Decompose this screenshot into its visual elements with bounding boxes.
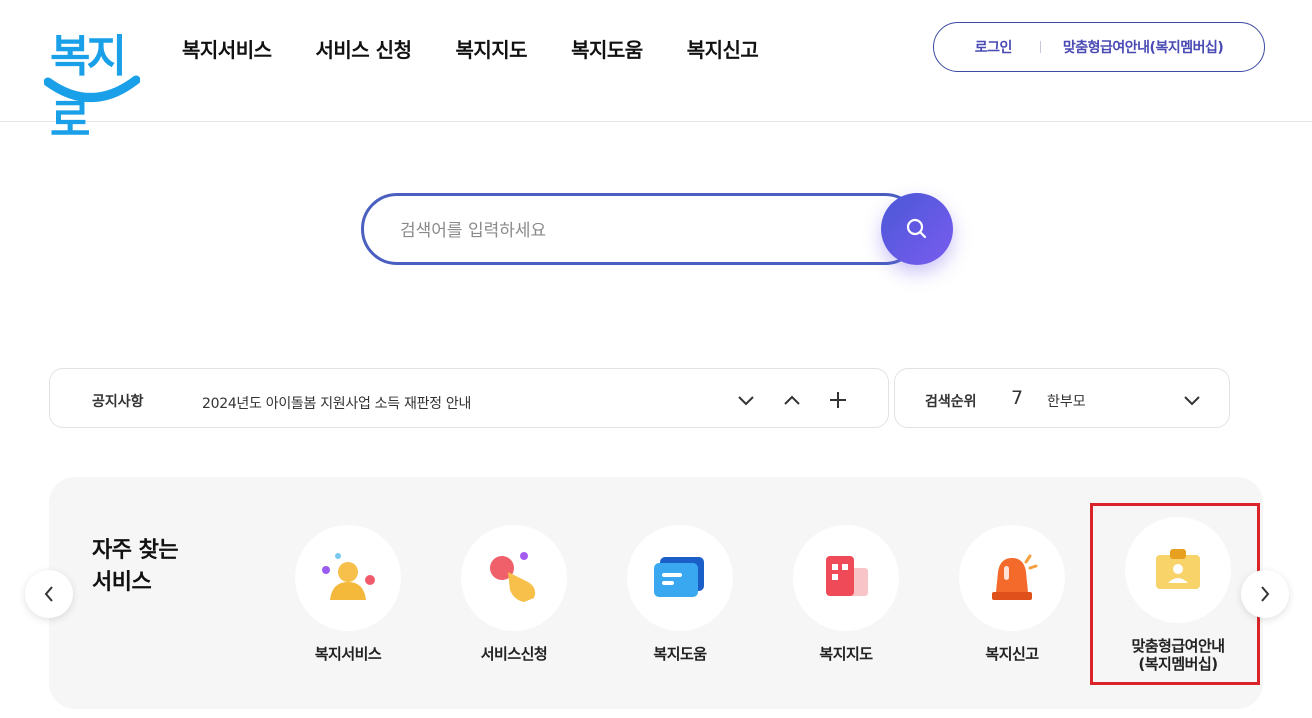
notice-prev-button[interactable] (781, 389, 803, 411)
rank-number: 7 (1011, 387, 1024, 409)
frequent-title: 자주 찾는 서비스 (92, 535, 179, 599)
chevron-down-icon (738, 396, 754, 406)
bokjiro-logo[interactable]: 복지로 (44, 18, 144, 146)
chat-card-icon (654, 557, 704, 597)
search-button[interactable] (881, 193, 953, 265)
frequent-title-line2: 서비스 (92, 570, 152, 595)
service-item[interactable]: 복지지도 (775, 525, 915, 685)
nav-welfare-service[interactable]: 복지서비스 (182, 34, 272, 63)
search-icon (906, 218, 927, 239)
plus-icon (830, 392, 846, 408)
service-label: 복지지도 (819, 645, 873, 663)
search-box (361, 193, 921, 265)
tap-hand-icon (490, 552, 536, 602)
service-item[interactable]: 서비스신청 (443, 525, 583, 685)
chevron-left-icon (44, 586, 53, 602)
service-label: 복지서비스 (314, 645, 382, 663)
service-item[interactable]: 복지서비스 (277, 525, 417, 685)
nav-welfare-map[interactable]: 복지지도 (455, 34, 527, 63)
service-label: 복지신고 (985, 645, 1039, 663)
nav-service-apply[interactable]: 서비스 신청 (316, 34, 412, 63)
notice-bar: 공지사항 2024년도 아이돌봄 지원사업 소득 재판정 안내 (49, 368, 889, 428)
nav-welfare-help[interactable]: 복지도움 (571, 34, 643, 63)
building-map-icon (826, 556, 868, 596)
notice-label: 공지사항 (92, 394, 144, 410)
search-rank-bar: 검색순위 7 한부모 (894, 368, 1230, 428)
highlight-box (1090, 503, 1260, 685)
util-menu: 로그인 맞춤형급여안내(복지멤버십) (933, 22, 1265, 72)
carousel-prev-button[interactable] (25, 570, 73, 618)
service-item[interactable]: 복지신고 (941, 525, 1081, 685)
rank-expand-button[interactable] (1181, 389, 1203, 411)
util-divider (1039, 41, 1041, 53)
frequent-services: 자주 찾는 서비스 복지서비스 서비스신청 복지도움 복지지도 복지신고 맞춤형… (49, 477, 1263, 709)
service-item[interactable]: 복지도움 (609, 525, 749, 685)
search-input[interactable] (400, 216, 870, 246)
service-label: 복지도움 (653, 645, 707, 663)
rank-keyword[interactable]: 한부모 (1047, 391, 1086, 411)
main-nav: 복지서비스 서비스 신청 복지지도 복지도움 복지신고 (182, 34, 802, 63)
membership-link[interactable]: 맞춤형급여안내(복지멤버십) (1063, 37, 1224, 57)
nav-welfare-report[interactable]: 복지신고 (687, 34, 759, 63)
notice-expand-button[interactable] (735, 389, 757, 411)
login-link[interactable]: 로그인 (975, 37, 1013, 57)
logo-smile-icon (44, 75, 140, 102)
site-header: 복지로 복지서비스 서비스 신청 복지지도 복지도움 복지신고 로그인 맞춤형급… (0, 0, 1312, 146)
notice-more-button[interactable] (827, 389, 849, 411)
notice-text[interactable]: 2024년도 아이돌봄 지원사업 소득 재판정 안내 (202, 393, 471, 413)
chevron-up-icon (784, 395, 800, 405)
chevron-down-icon (1184, 396, 1200, 406)
service-label: 서비스신청 (480, 645, 548, 663)
carousel-next-button[interactable] (1241, 570, 1289, 618)
chevron-right-icon (1261, 586, 1270, 602)
frequent-title-line1: 자주 찾는 (92, 538, 179, 563)
search-area (361, 193, 953, 265)
siren-icon (992, 554, 1038, 600)
person-icon (322, 553, 375, 600)
rank-label: 검색순위 (925, 394, 977, 410)
